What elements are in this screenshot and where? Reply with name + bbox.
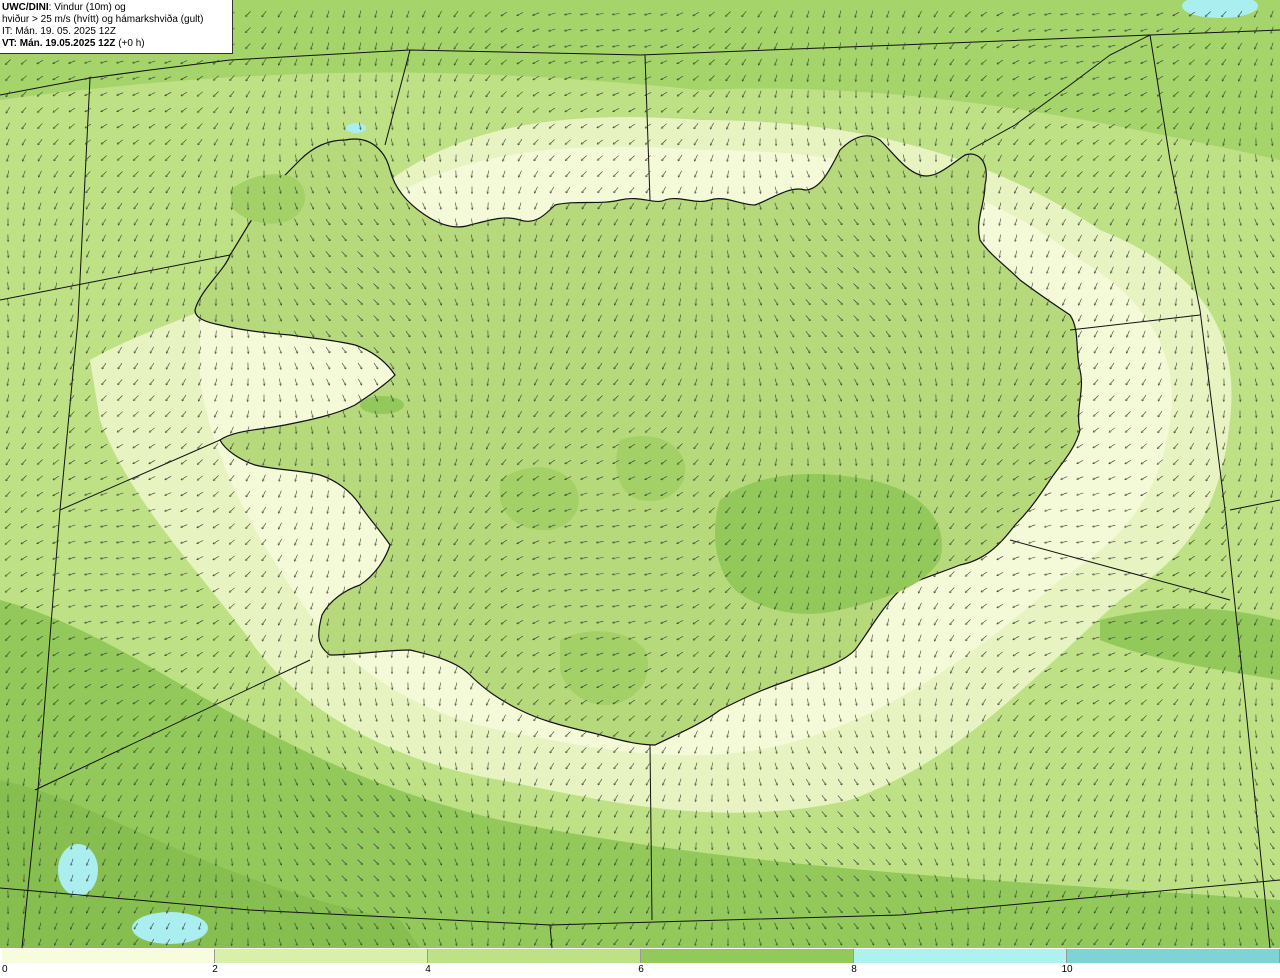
lake-northwest bbox=[346, 123, 366, 133]
legend-tick-0: 0 bbox=[2, 964, 8, 975]
wind-map bbox=[0, 0, 1280, 948]
valid-time-line: VT: Mán. 19.05.2025 12Z (+0 h) bbox=[2, 38, 229, 50]
model-name: UWC/DINI bbox=[2, 2, 49, 13]
legend-tick-2: 2 bbox=[212, 964, 218, 975]
snaefellsnes-fjord bbox=[360, 396, 404, 414]
legend-swatch-4 bbox=[854, 949, 1067, 963]
legend-swatch-1 bbox=[215, 949, 428, 963]
info-title-line: UWC/DINI: Vindur (10m) og bbox=[2, 2, 229, 14]
legend-tick-6: 6 bbox=[638, 964, 644, 975]
wind-map-canvas bbox=[0, 0, 1280, 948]
init-time: IT: Mán. 19. 05. 2025 12Z bbox=[2, 26, 116, 37]
legend-swatch-3 bbox=[641, 949, 854, 963]
legend-tick-8: 8 bbox=[851, 964, 857, 975]
info-description: hviður > 25 m/s (hvítt) og hámarkshviða … bbox=[2, 14, 204, 25]
lead-time: (+0 h) bbox=[118, 38, 145, 49]
color-legend: 0 2 4 6 8 10 bbox=[0, 948, 1280, 978]
valid-time: VT: Mán. 19.05.2025 12Z bbox=[2, 38, 116, 49]
legend-color-bar bbox=[2, 949, 1280, 963]
lake-southwest bbox=[58, 844, 98, 896]
legend-swatch-0 bbox=[2, 949, 215, 963]
legend-swatch-5 bbox=[1067, 949, 1280, 963]
legend-tick-labels: 0 2 4 6 8 10 bbox=[0, 964, 1280, 978]
legend-tick-4: 4 bbox=[425, 964, 431, 975]
legend-tick-10: 10 bbox=[1061, 964, 1073, 975]
info-box: UWC/DINI: Vindur (10m) og hviður > 25 m/… bbox=[0, 0, 233, 54]
legend-swatch-2 bbox=[428, 949, 641, 963]
title-suffix: : Vindur (10m) og bbox=[48, 2, 126, 13]
